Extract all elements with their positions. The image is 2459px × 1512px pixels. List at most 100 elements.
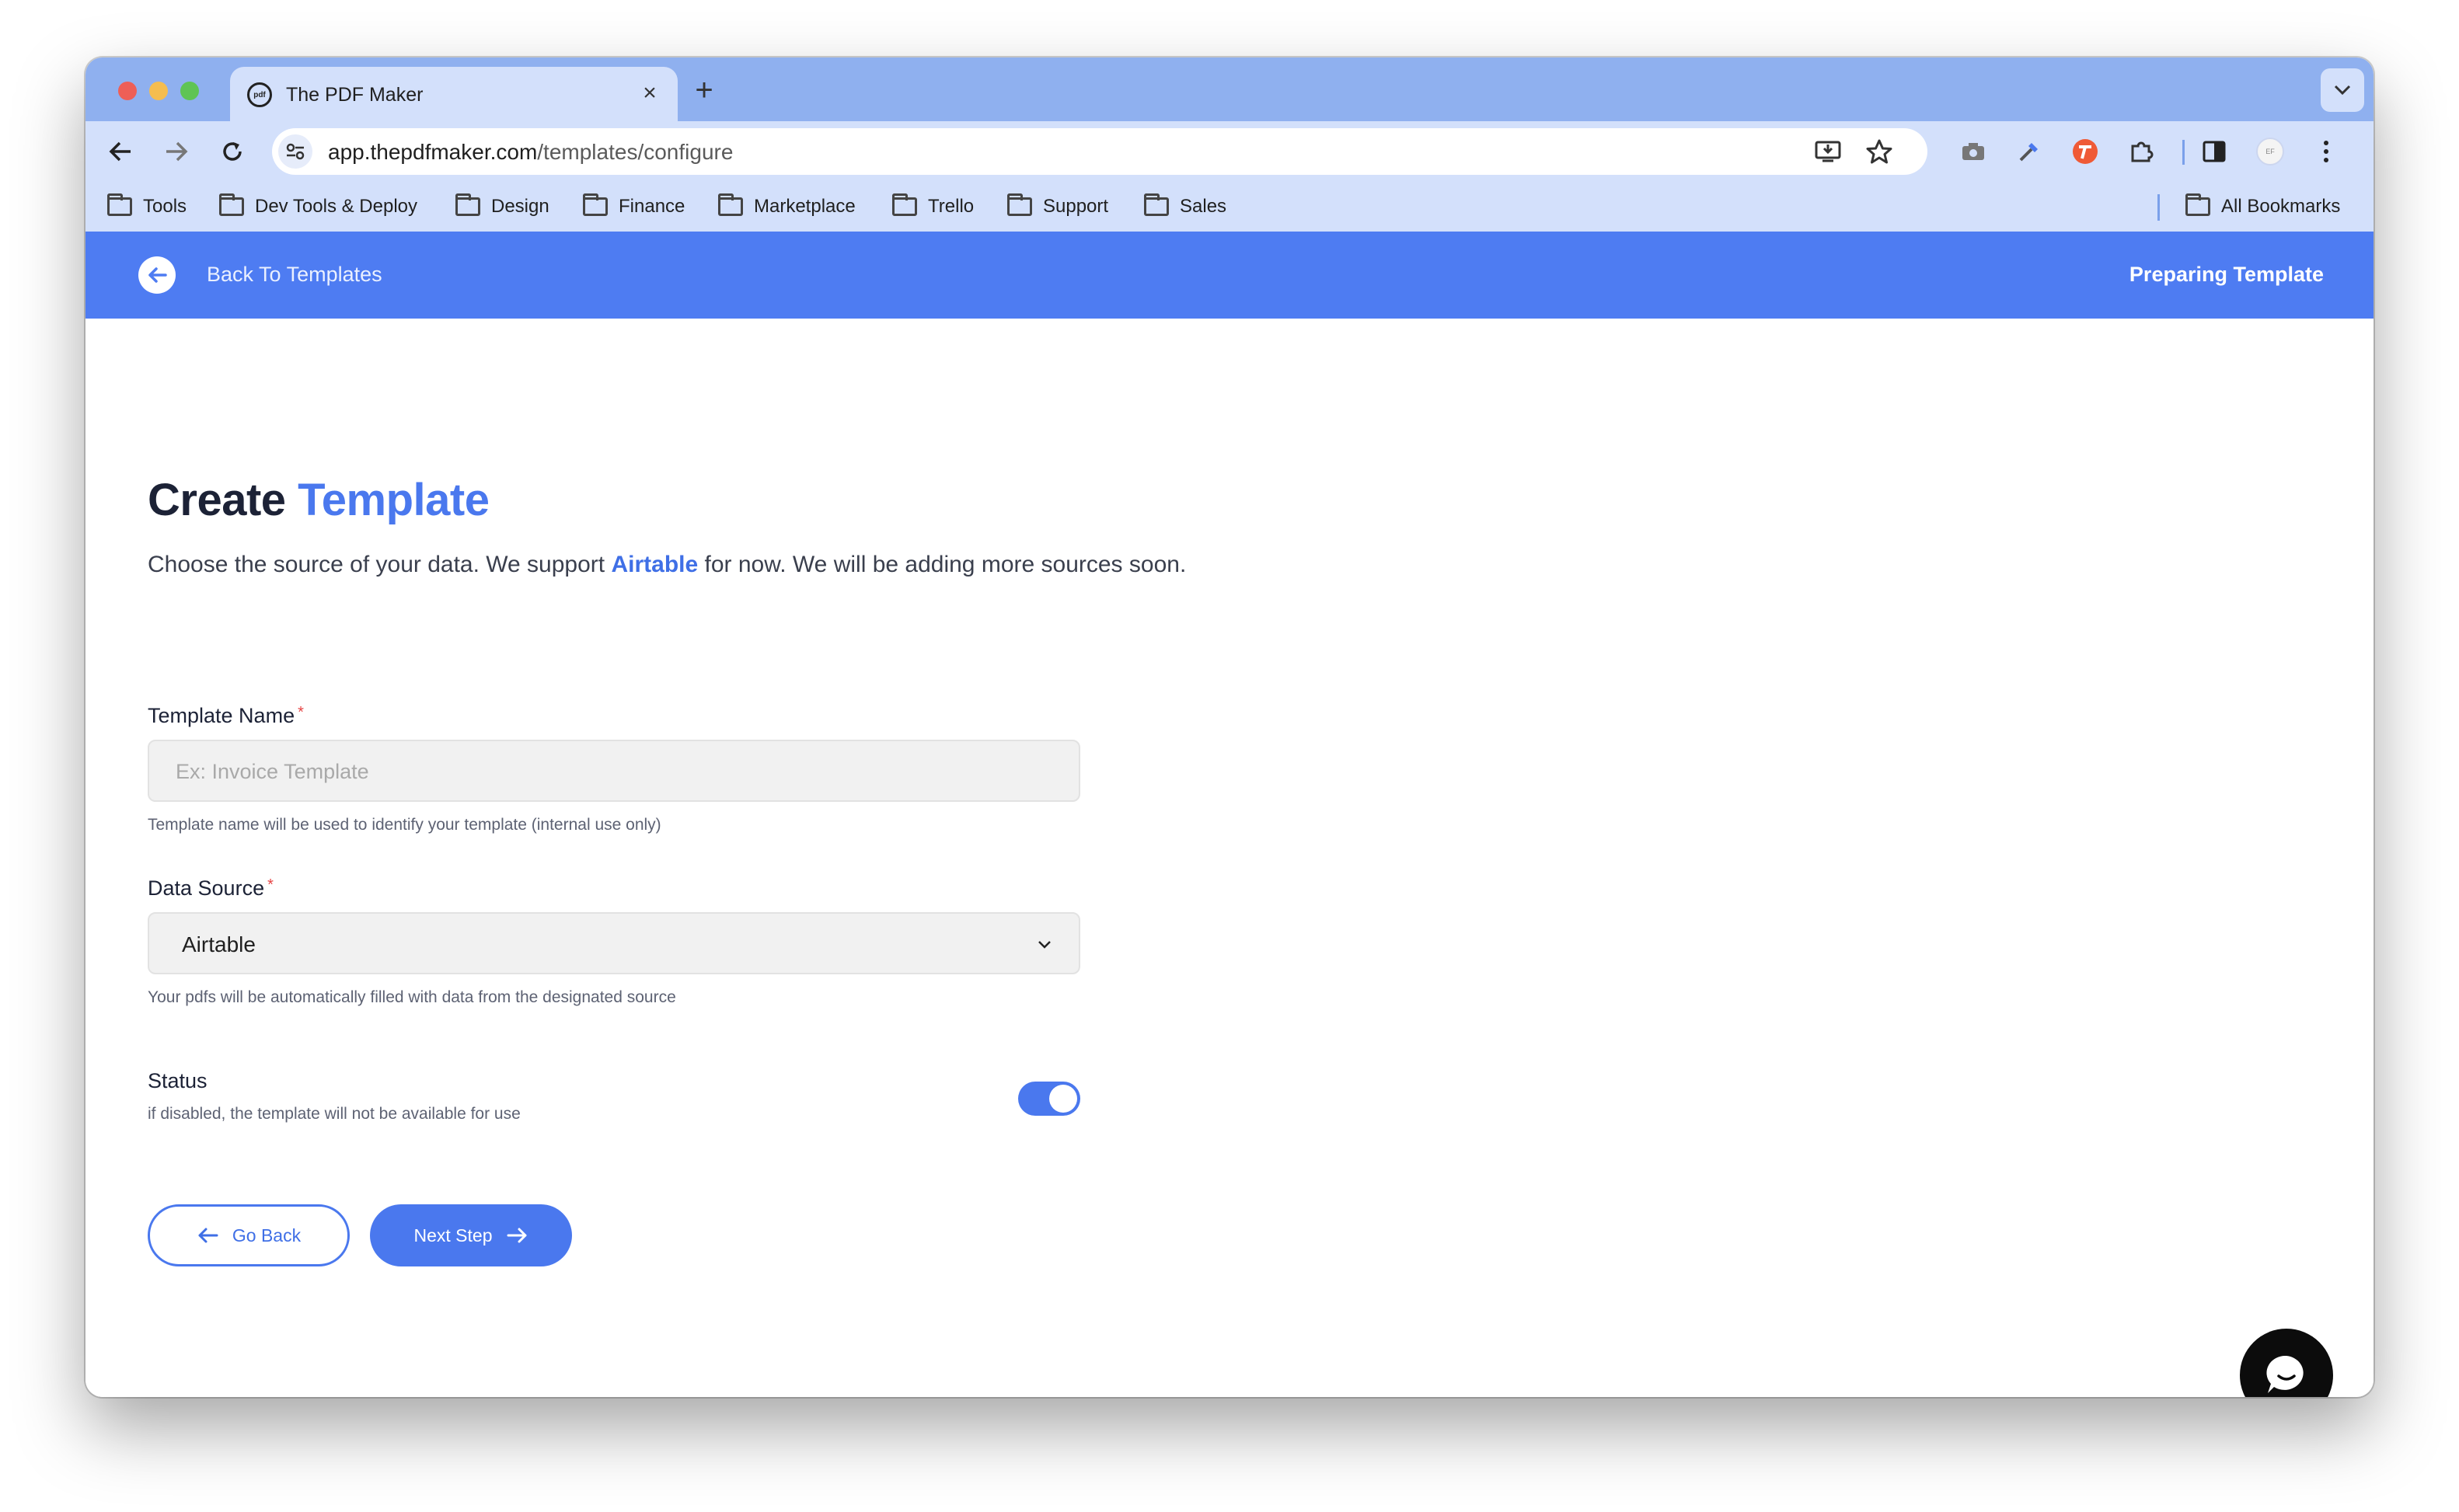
bookmarks-bar: Tools Dev Tools & Deploy Design Finance … <box>85 182 2374 232</box>
all-bookmarks-button[interactable]: All Bookmarks <box>2185 193 2340 221</box>
data-source-help: Your pdfs will be automatically filled w… <box>148 988 676 1006</box>
eyedropper-extension-icon[interactable] <box>2011 134 2047 169</box>
subtitle-text: Choose the source of your data. We suppo… <box>148 552 605 577</box>
bookmark-folder-sales[interactable]: Sales <box>1144 193 1226 221</box>
browser-window: pdf The PDF Maker × + app.thepdfmaker.co… <box>85 57 2374 1397</box>
bookmark-label: Support <box>1043 196 1109 217</box>
tab-the-pdf-maker[interactable]: pdf The PDF Maker × <box>230 67 678 121</box>
main-content: Create Template Choose the source of you… <box>85 319 2374 1397</box>
install-app-icon[interactable] <box>1812 136 1843 167</box>
reload-icon <box>223 142 242 161</box>
data-source-select[interactable]: Airtable <box>148 912 1080 974</box>
chevron-down-icon <box>2334 85 2351 96</box>
url-host: app.thepdfmaker.com <box>328 140 538 164</box>
reload-button[interactable] <box>213 132 252 171</box>
preparing-template-status: Preparing Template <box>2129 263 2324 286</box>
toggle-knob <box>1049 1085 1077 1113</box>
bookmark-label: Dev Tools & Deploy <box>255 196 417 217</box>
profile-initials: EF <box>2256 138 2284 165</box>
page-title-accent: Template <box>298 475 490 525</box>
arrow-left-icon <box>109 141 131 162</box>
forward-button[interactable] <box>157 132 196 171</box>
bookmark-label: Tools <box>143 196 187 217</box>
data-source-label: Data Source * <box>148 876 274 901</box>
folder-icon <box>583 193 608 216</box>
folder-icon <box>455 193 480 216</box>
arrow-right-icon <box>507 1228 526 1243</box>
status-label: Status <box>148 1069 208 1092</box>
bookmark-label: Finance <box>619 196 685 217</box>
url-path: /templates/configure <box>537 140 734 164</box>
page-subtitle: Choose the source of your data. We suppo… <box>148 552 1186 578</box>
folder-icon <box>1144 193 1169 216</box>
bookmark-folder-trello[interactable]: Trello <box>892 193 974 221</box>
tab-search-button[interactable] <box>2321 68 2364 112</box>
required-asterisk: * <box>267 876 274 894</box>
address-bar[interactable]: app.thepdfmaker.com/templates/configure <box>272 128 1927 175</box>
status-toggle[interactable] <box>1018 1082 1080 1116</box>
url-text: app.thepdfmaker.com/templates/configure <box>328 140 733 165</box>
folder-icon <box>219 193 244 216</box>
close-window-button[interactable] <box>118 82 137 100</box>
airtable-link[interactable]: Airtable <box>611 552 698 577</box>
page-title-main: Create <box>148 475 286 525</box>
tab-title: The PDF Maker <box>286 84 424 106</box>
folder-icon <box>1007 193 1032 216</box>
required-asterisk: * <box>298 704 304 721</box>
template-name-input[interactable]: Ex: Invoice Template <box>148 740 1080 802</box>
status-help: if disabled, the template will not be av… <box>148 1105 521 1123</box>
browser-menu-icon[interactable] <box>2308 134 2344 169</box>
pdf-favicon-icon: pdf <box>247 82 272 107</box>
orange-extension-icon[interactable] <box>2067 134 2103 169</box>
side-panel-icon[interactable] <box>2196 134 2232 169</box>
app-header: Back To Templates Preparing Template <box>85 232 2374 319</box>
next-step-button[interactable]: Next Step <box>370 1204 572 1266</box>
go-back-label: Go Back <box>232 1225 302 1245</box>
template-name-placeholder: Ex: Invoice Template <box>176 760 369 783</box>
data-source-label-text: Data Source <box>148 876 265 900</box>
bookmark-folder-dev-tools[interactable]: Dev Tools & Deploy <box>219 193 417 221</box>
template-name-label: Template Name * <box>148 704 304 728</box>
chat-widget-button[interactable] <box>2240 1329 2333 1397</box>
data-source-value: Airtable <box>182 932 256 956</box>
back-button[interactable] <box>101 132 140 171</box>
template-name-label-text: Template Name <box>148 704 295 727</box>
maximize-window-button[interactable] <box>180 82 199 100</box>
subtitle-text: for now. We will be adding more sources … <box>704 552 1187 577</box>
arrow-left-icon <box>198 1228 218 1243</box>
browser-toolbar: app.thepdfmaker.com/templates/configure … <box>85 121 2374 182</box>
template-name-help: Template name will be used to identify y… <box>148 816 661 834</box>
bookmark-folder-tools[interactable]: Tools <box>107 193 187 221</box>
toolbar-divider <box>2182 140 2185 165</box>
next-step-label: Next Step <box>413 1225 493 1245</box>
chevron-down-icon <box>1034 934 1055 956</box>
page-title: Create Template <box>148 474 490 526</box>
bookmark-star-icon[interactable] <box>1864 136 1895 167</box>
bookmark-folder-finance[interactable]: Finance <box>583 193 685 221</box>
minimize-window-button[interactable] <box>149 82 168 100</box>
all-bookmarks-label: All Bookmarks <box>2221 196 2341 217</box>
bookmark-label: Design <box>491 196 549 217</box>
back-to-templates-icon[interactable] <box>138 256 176 294</box>
arrow-left-icon <box>148 267 167 283</box>
folder-icon <box>107 193 132 216</box>
bookmark-folder-support[interactable]: Support <box>1007 193 1108 221</box>
bookmark-folder-design[interactable]: Design <box>455 193 549 221</box>
folder-icon <box>718 193 743 216</box>
back-to-templates-link[interactable]: Back To Templates <box>207 263 382 287</box>
bookmark-label: Marketplace <box>754 196 856 217</box>
profile-avatar[interactable]: EF <box>2252 134 2288 169</box>
camera-extension-icon[interactable] <box>1955 134 1991 169</box>
folder-icon <box>892 193 917 216</box>
go-back-button[interactable]: Go Back <box>148 1204 350 1266</box>
chat-icon <box>2266 1355 2304 1393</box>
tab-strip: pdf The PDF Maker × + <box>85 57 2374 121</box>
bookmarks-divider <box>2157 194 2160 221</box>
arrow-right-icon <box>166 141 188 162</box>
extensions-puzzle-icon[interactable] <box>2123 134 2159 169</box>
tab-close-icon[interactable]: × <box>636 79 664 107</box>
new-tab-button[interactable]: + <box>689 75 720 107</box>
bookmark-label: Trello <box>928 196 975 217</box>
site-settings-icon[interactable] <box>278 134 312 169</box>
bookmark-folder-marketplace[interactable]: Marketplace <box>718 193 856 221</box>
